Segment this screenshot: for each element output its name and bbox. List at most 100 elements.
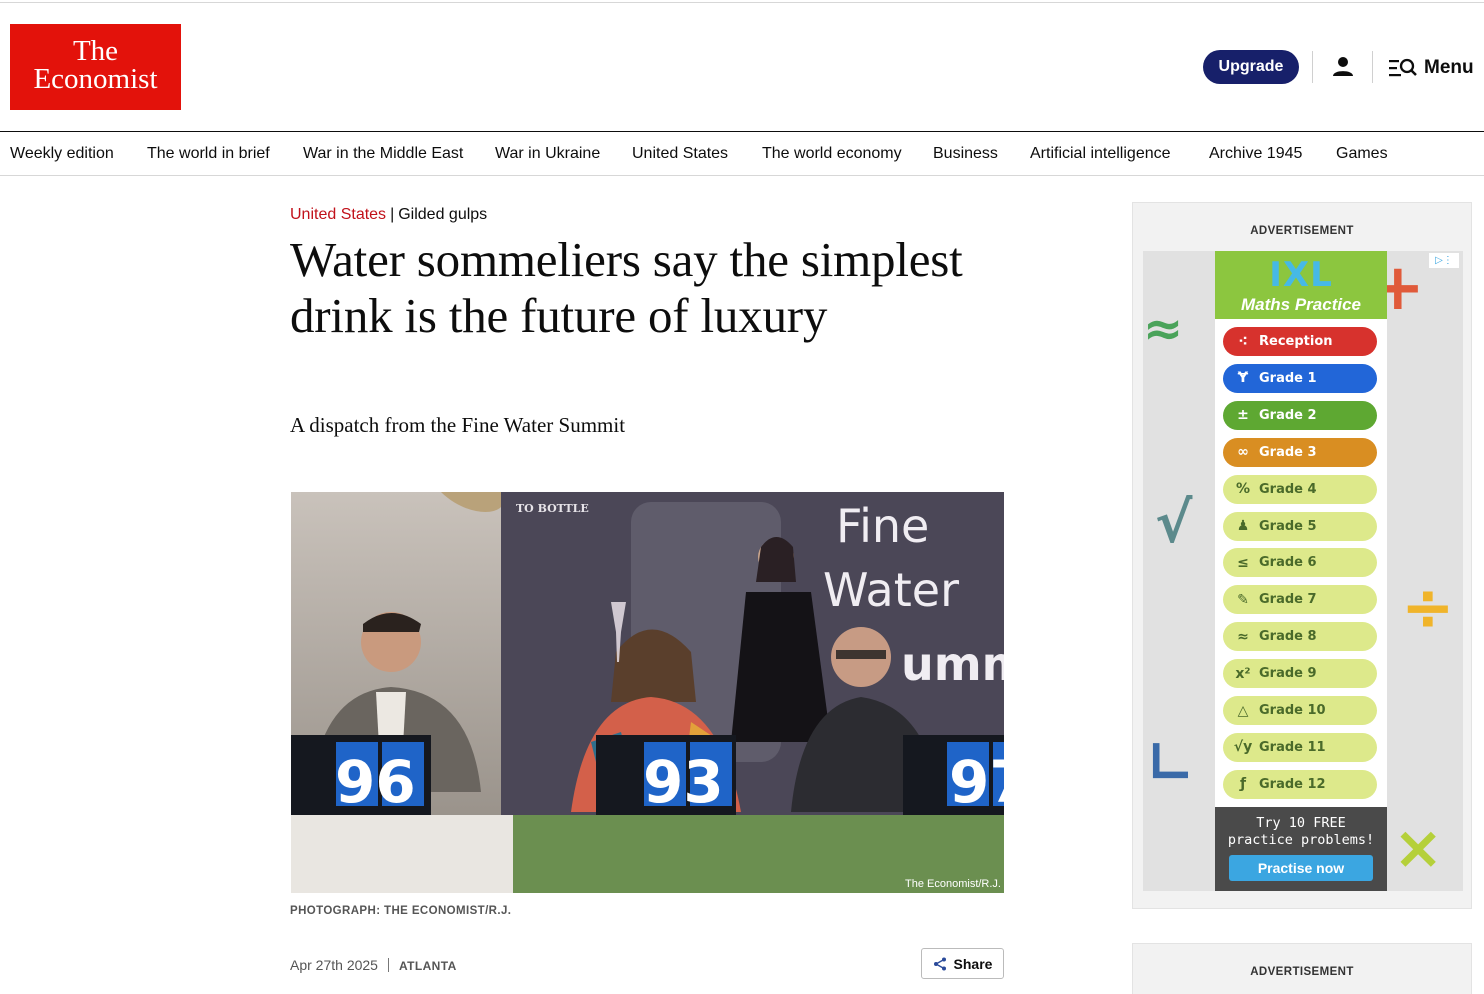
nav-world-in-brief[interactable]: The world in brief [147, 132, 270, 175]
ixl-promo: Try 10 FREE practice problems! [1215, 815, 1387, 849]
article-kicker: United States | Gilded gulps [290, 205, 487, 225]
grade-label: Grade 6 [1259, 555, 1317, 571]
grade-button[interactable]: √y Grade 11 [1223, 732, 1377, 762]
article-headline: Water sommeliers say the simplest drink … [290, 232, 963, 343]
grade-label: Grade 10 [1259, 703, 1326, 718]
grade-button[interactable]: ± Grade 2 [1223, 400, 1377, 430]
share-button[interactable]: Share [921, 948, 1004, 979]
grade-icon: ± [1237, 407, 1249, 424]
nav-world-economy[interactable]: The world economy [762, 132, 902, 175]
grade-label: Grade 9 [1259, 666, 1317, 682]
menu-button[interactable]: Menu [1388, 54, 1474, 82]
publish-date: Apr 27th 2025 [290, 957, 378, 973]
grade-icon: ♟ [1236, 518, 1250, 534]
nav-war-middle-east[interactable]: War in the Middle East [303, 132, 463, 175]
grade-label: Grade 3 [1259, 444, 1317, 460]
grade-icon: x² [1235, 665, 1251, 682]
ixl-ad[interactable]: + ≈ √ ÷ ∟ × ▷⋮ IXL Maths Practice ⁖ Recep… [1143, 251, 1463, 891]
logo-line-1: The [72, 35, 119, 67]
grade-button[interactable]: % Grade 4 [1223, 474, 1377, 504]
menu-search-icon [1389, 58, 1417, 77]
grade-icon: √y [1233, 739, 1253, 756]
dateline-location: ATLANTA [398, 959, 457, 973]
score-card-1: 96 [335, 748, 416, 816]
grade-label: Grade 8 [1259, 629, 1317, 645]
grade-label: Grade 2 [1259, 407, 1317, 423]
grade-icon: ≈ [1237, 628, 1249, 645]
grade-icon: ✎ [1237, 591, 1249, 608]
grade-button[interactable]: △ Grade 10 [1223, 696, 1377, 725]
share-label: Share [953, 955, 993, 972]
grade-label: Grade 4 [1259, 481, 1317, 497]
grade-icon: ≤ [1237, 554, 1249, 571]
banner-fine: Fine [836, 499, 929, 553]
grade-icon: △ [1237, 702, 1249, 719]
advertisement-panel: ADVERTISEMENT + ≈ √ ÷ ∟ × ▷⋮ IXL Maths P… [1132, 202, 1472, 909]
article-photo: Fine Water umm TO BOTTLE 96 93 97 The Ec… [291, 492, 1004, 893]
advertisement-label: ADVERTISEMENT [1250, 225, 1354, 237]
dateline-separator [387, 958, 389, 972]
grade-label: Grade 12 [1259, 776, 1326, 792]
score-card-2: 93 [643, 748, 724, 816]
grade-label: Grade 5 [1259, 518, 1317, 534]
grade-label: Grade 1 [1259, 370, 1317, 386]
grade-button[interactable]: ♟ Grade 5 [1223, 511, 1377, 541]
ixl-logo: IXL [1269, 255, 1333, 295]
kicker-separator: | [390, 206, 395, 223]
ixl-footer: Try 10 FREE practice problems! Practise … [1215, 807, 1387, 891]
score-card-3: 97 [949, 748, 1004, 816]
advertisement-panel-2: ADVERTISEMENT [1132, 943, 1472, 994]
grade-label: Grade 7 [1259, 592, 1317, 608]
economist-logo[interactable]: The Economist [10, 24, 181, 110]
ixl-panel: IXL Maths Practice ⁖ Reception Ɏ Grade 1 ± Gr… [1215, 251, 1387, 891]
photo-credit-overlay: The Economist/R.J. [905, 878, 1001, 890]
grade-icon: Ɏ [1237, 370, 1249, 387]
grade-icon: ∞ [1237, 444, 1249, 461]
logo-line-2: Economist [33, 63, 158, 95]
menu-label: Menu [1424, 57, 1474, 78]
article-standfirst: A dispatch from the Fine Water Summit [290, 413, 626, 437]
grade-icon: ƒ [1239, 776, 1247, 793]
section-nav: Weekly edition The world in brief War in… [0, 131, 1484, 176]
nav-artificial-intelligence[interactable]: Artificial intelligence [1030, 132, 1171, 175]
dateline: Apr 27th 2025 ATLANTA [290, 956, 457, 975]
grade-button[interactable]: ✎ Grade 7 [1223, 585, 1377, 615]
ixl-header: IXL Maths Practice [1215, 251, 1387, 319]
photo-caption: PHOTOGRAPH: THE ECONOMIST/R.J. [290, 905, 512, 917]
grade-label: Grade 11 [1259, 739, 1326, 755]
grade-button[interactable]: ∞ Grade 3 [1223, 437, 1377, 467]
ixl-promo-line-1: Try 10 FREE [1256, 815, 1346, 831]
grade-button[interactable]: x² Grade 9 [1223, 659, 1377, 689]
rubric: Gilded gulps [398, 206, 488, 223]
section-link[interactable]: United States [290, 206, 386, 223]
ixl-title: Maths Practice [1241, 295, 1361, 314]
nav-games[interactable]: Games [1336, 132, 1388, 175]
header-divider [1372, 51, 1373, 83]
nav-business[interactable]: Business [933, 132, 998, 175]
photo-illustration: Fine Water umm TO BOTTLE 96 93 97 The Ec… [291, 492, 1004, 893]
nav-archive-1945[interactable]: Archive 1945 [1209, 132, 1302, 175]
upgrade-button[interactable]: Upgrade [1203, 50, 1299, 84]
advertisement-label-2: ADVERTISEMENT [1250, 966, 1354, 978]
nav-weekly-edition[interactable]: Weekly edition [10, 132, 114, 175]
nav-united-states[interactable]: United States [632, 132, 728, 175]
ixl-promo-line-2: practice problems! [1227, 832, 1375, 848]
adchoices-icon[interactable]: ▷⋮ [1429, 253, 1459, 268]
grade-button[interactable]: ≈ Grade 8 [1223, 622, 1377, 652]
grade-icon: ⁖ [1238, 333, 1248, 350]
banner-water: Water [823, 563, 959, 617]
grade-button[interactable]: ≤ Grade 6 [1223, 548, 1377, 578]
grade-button[interactable]: ⁖ Reception [1223, 327, 1377, 356]
grade-label: Reception [1259, 334, 1333, 349]
header-divider [1312, 51, 1313, 83]
banner-summit: umm [901, 637, 1004, 691]
grade-icon: % [1235, 481, 1251, 498]
account-icon[interactable] [1330, 54, 1356, 80]
banner-to-bottle: TO BOTTLE [516, 502, 589, 515]
nav-war-ukraine[interactable]: War in Ukraine [495, 132, 600, 175]
grade-button[interactable]: ƒ Grade 12 [1223, 769, 1377, 799]
practise-now-button[interactable]: Practise now [1229, 855, 1373, 881]
grade-button[interactable]: Ɏ Grade 1 [1223, 363, 1377, 393]
share-icon [933, 957, 946, 970]
top-divider [0, 2, 1484, 3]
